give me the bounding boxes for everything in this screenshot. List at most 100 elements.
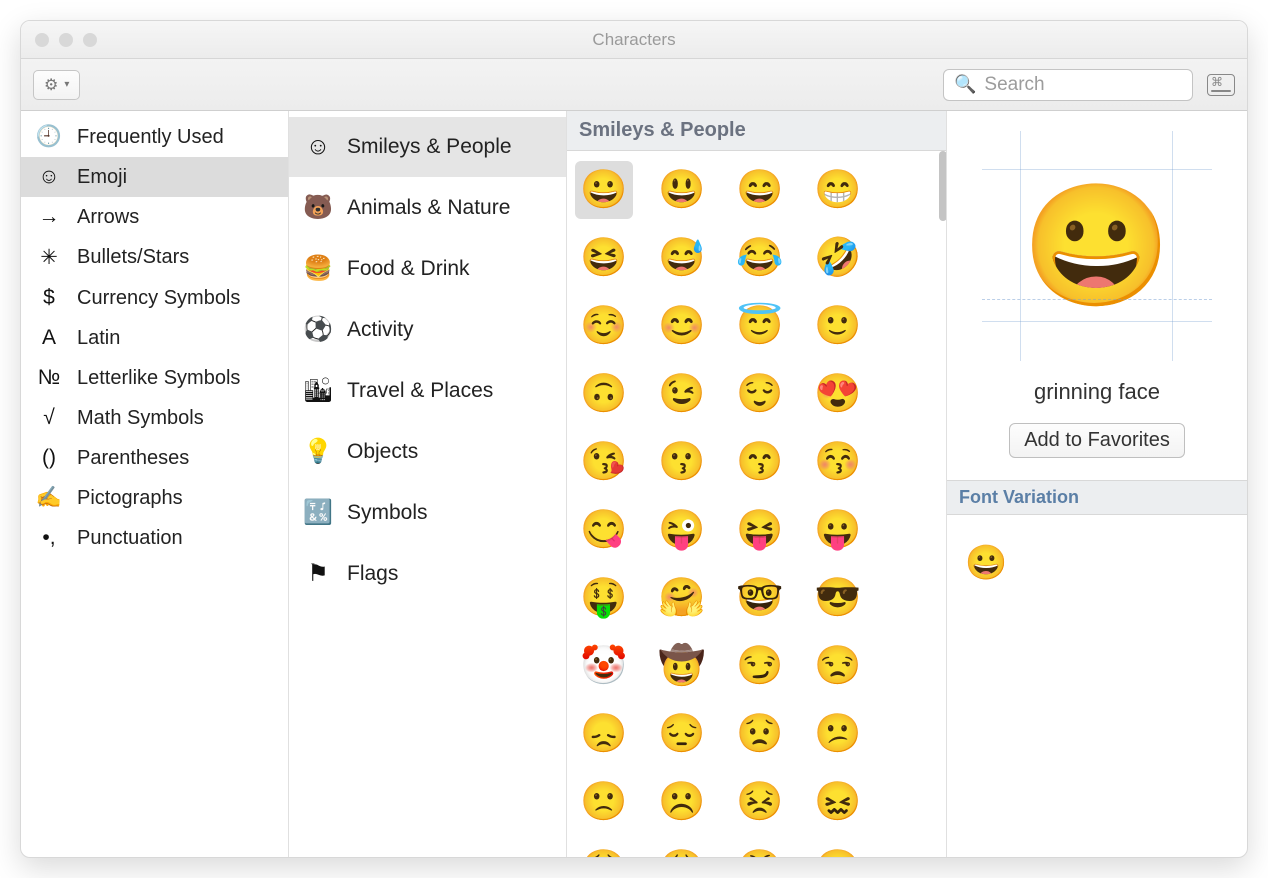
category-item-label: Flags: [347, 562, 398, 586]
emoji-cell[interactable]: ☺️: [575, 297, 633, 355]
search-icon: 🔍: [954, 74, 976, 95]
detail-pane: 😀 grinning face Add to Favorites Font Va…: [947, 111, 1247, 857]
sidebar-item-currency-symbols[interactable]: $Currency Symbols: [21, 278, 288, 318]
emoji-cell[interactable]: 😔: [653, 705, 711, 763]
grid-body[interactable]: 😀 😃 😄 😁 😆 😅 😂 🤣 ☺️ 😊 😇 🙂 🙃 😉 😌 😍 😘 😗 😙 😚 😋 😜 😝 😛 🤑 🤗 🤓 😎 🤡 🤠 😏 😒 😞 😔 😟 😕 🙁 ☹️…: [567, 151, 946, 857]
sidebar-item-label: Bullets/Stars: [77, 246, 189, 269]
category-item-label: Animals & Nature: [347, 196, 510, 220]
sidebar-item-icon: $: [35, 286, 63, 310]
emoji-cell[interactable]: 😉: [653, 365, 711, 423]
sidebar-item-label: Frequently Used: [77, 126, 224, 149]
emoji-cell[interactable]: 😘: [575, 433, 633, 491]
emoji-cell[interactable]: ☹️: [653, 773, 711, 831]
font-variation-glyph[interactable]: 😀: [961, 533, 1233, 593]
emoji-cell[interactable]: 😣: [731, 773, 789, 831]
emoji-cell[interactable]: 😏: [731, 637, 789, 695]
emoji-cell[interactable]: 😆: [575, 229, 633, 287]
category-item-icon: 🐻: [303, 193, 333, 222]
close-dot-icon[interactable]: [35, 33, 49, 47]
category-item-objects[interactable]: 💡Objects: [289, 421, 566, 482]
emoji-cell[interactable]: 😊: [653, 297, 711, 355]
emoji-cell[interactable]: 😗: [653, 433, 711, 491]
emoji-cell[interactable]: 🤗: [653, 569, 711, 627]
emoji-cell[interactable]: 😝: [731, 501, 789, 559]
sidebar-item-bullets-stars[interactable]: ✳Bullets/Stars: [21, 237, 288, 278]
emoji-cell[interactable]: 😚: [809, 433, 867, 491]
sidebar-item-icon: (): [35, 446, 63, 470]
emoji-categories: ☺Smileys & People 🐻 Animals & Nature 🍔Food …: [289, 111, 567, 857]
emoji-cell[interactable]: 😖: [809, 773, 867, 831]
compact-view-toggle-icon[interactable]: [1207, 74, 1235, 96]
sidebar-item-latin[interactable]: ALatin: [21, 318, 288, 358]
search-field[interactable]: 🔍: [943, 69, 1193, 101]
emoji-cell[interactable]: 🤓: [731, 569, 789, 627]
search-input[interactable]: [982, 73, 1182, 97]
category-item-food-drink[interactable]: 🍔Food & Drink: [289, 238, 566, 299]
content-columns: 🕘Frequently Used ☺ Emoji →Arrows✳Bullets/St…: [21, 111, 1247, 857]
emoji-cell[interactable]: 😅: [653, 229, 711, 287]
sidebar-item-icon: ☺: [35, 165, 63, 189]
sidebar-item-parentheses[interactable]: ()Parentheses: [21, 438, 288, 478]
sidebar-item-frequently-used[interactable]: 🕘Frequently Used: [21, 117, 288, 157]
sidebar-item-icon: √: [35, 406, 63, 430]
window-title: Characters: [592, 30, 675, 50]
category-item-travel-places[interactable]: 🏙Travel & Places: [289, 360, 566, 421]
emoji-cell[interactable]: 🙃: [575, 365, 633, 423]
font-variation-header: Font Variation: [947, 480, 1247, 515]
category-item-flags[interactable]: ⚑ Flags: [289, 543, 566, 604]
emoji-cell[interactable]: 🤣: [809, 229, 867, 287]
emoji-cell[interactable]: 😙: [731, 433, 789, 491]
preview-glyph: 😀: [1022, 186, 1171, 306]
minimize-dot-icon[interactable]: [59, 33, 73, 47]
add-to-favorites-button[interactable]: Add to Favorites: [1009, 423, 1185, 458]
emoji-cell[interactable]: 😀: [575, 161, 633, 219]
emoji-cell[interactable]: 😛: [809, 501, 867, 559]
sidebar-item-punctuation[interactable]: •,Punctuation: [21, 518, 288, 558]
zoom-dot-icon[interactable]: [83, 33, 97, 47]
emoji-cell[interactable]: 😩: [653, 841, 711, 857]
emoji-cell[interactable]: 😌: [731, 365, 789, 423]
category-item-icon: 🏙: [303, 376, 333, 405]
sidebar-item-arrows[interactable]: →Arrows: [21, 197, 288, 237]
sidebar-item-label: Pictographs: [77, 487, 183, 510]
emoji-cell[interactable]: 😟: [731, 705, 789, 763]
action-menu-button[interactable]: ⚙ ▾: [33, 70, 80, 100]
category-item-symbols[interactable]: 🔣Symbols: [289, 482, 566, 543]
scrollbar-thumb[interactable]: [939, 151, 946, 221]
category-item-activity[interactable]: ⚽Activity: [289, 299, 566, 360]
emoji-cell[interactable]: 😞: [575, 705, 633, 763]
emoji-cell[interactable]: 🙂: [809, 297, 867, 355]
emoji-cell[interactable]: 😤: [731, 841, 789, 857]
emoji-cell[interactable]: 😫: [575, 841, 633, 857]
emoji-cell[interactable]: 😂: [731, 229, 789, 287]
emoji-cell[interactable]: 😁: [809, 161, 867, 219]
grid-header: Smileys & People: [567, 111, 946, 151]
category-item-smileys-people[interactable]: ☺Smileys & People: [289, 117, 566, 177]
emoji-cell[interactable]: 😜: [653, 501, 711, 559]
sidebar-item-emoji[interactable]: ☺ Emoji: [21, 157, 288, 197]
emoji-cell[interactable]: 🤠: [653, 637, 711, 695]
sidebar-item-pictographs[interactable]: ✍ Pictographs: [21, 478, 288, 518]
category-item-animals-nature[interactable]: 🐻 Animals & Nature: [289, 177, 566, 238]
emoji-cell[interactable]: 🤑: [575, 569, 633, 627]
emoji-cell[interactable]: 🤡: [575, 637, 633, 695]
emoji-cell[interactable]: 😒: [809, 637, 867, 695]
emoji-cell[interactable]: 😋: [575, 501, 633, 559]
emoji-cell[interactable]: 😍: [809, 365, 867, 423]
category-item-icon: 🔣: [303, 498, 333, 527]
sidebar-groups: 🕘Frequently Used ☺ Emoji →Arrows✳Bullets/St…: [21, 111, 289, 857]
emoji-cell[interactable]: 😇: [731, 297, 789, 355]
characters-window: Characters ⚙ ▾ 🔍 🕘Frequently Used ☺ Emoji →…: [20, 20, 1248, 858]
sidebar-item-icon: ✍: [35, 486, 63, 510]
emoji-cell[interactable]: 😠: [809, 841, 867, 857]
emoji-cell[interactable]: 😄: [731, 161, 789, 219]
sidebar-item-letterlike-symbols[interactable]: №Letterlike Symbols: [21, 358, 288, 398]
emoji-cell[interactable]: 🙁: [575, 773, 633, 831]
emoji-cell[interactable]: 😕: [809, 705, 867, 763]
emoji-cell[interactable]: 😃: [653, 161, 711, 219]
sidebar-item-label: Emoji: [77, 166, 127, 189]
category-item-icon: ⚑: [303, 559, 333, 588]
window-controls[interactable]: [35, 33, 97, 47]
sidebar-item-math-symbols[interactable]: √Math Symbols: [21, 398, 288, 438]
emoji-cell[interactable]: 😎: [809, 569, 867, 627]
